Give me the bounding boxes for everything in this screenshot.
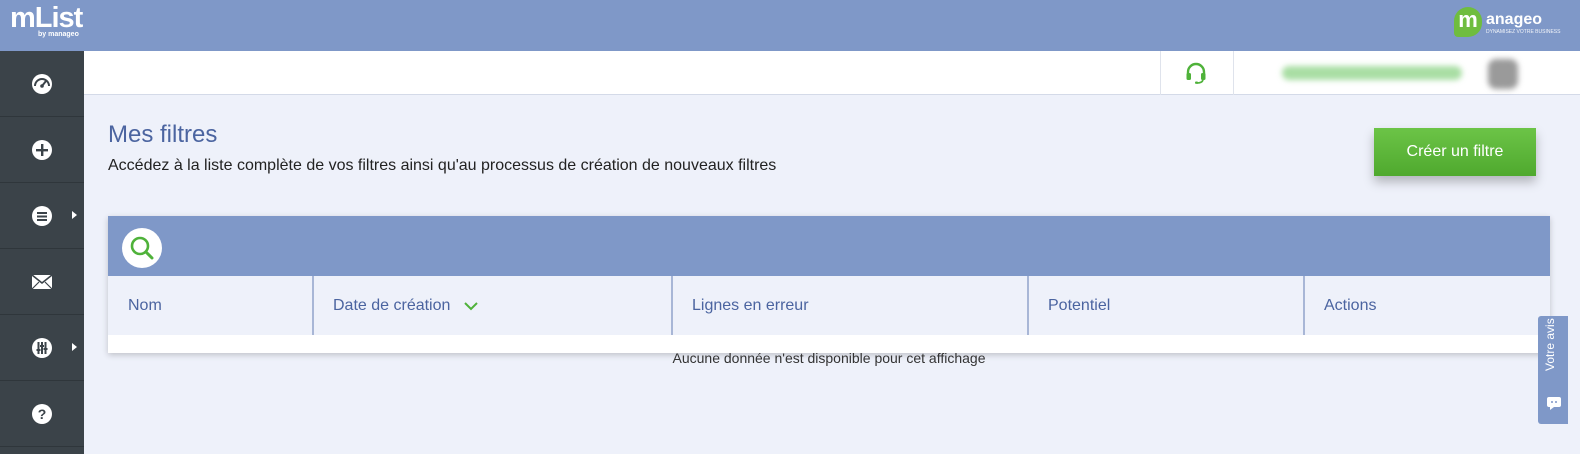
column-header-nom[interactable]: Nom bbox=[128, 276, 162, 335]
submenu-caret-icon bbox=[72, 343, 77, 351]
table-header: Nom Date de création Lignes en erreur Po… bbox=[108, 276, 1550, 335]
search-icon bbox=[130, 236, 154, 260]
mail-icon bbox=[31, 273, 53, 289]
column-header-lignes-erreur[interactable]: Lignes en erreur bbox=[692, 276, 809, 335]
column-label: Potentiel bbox=[1048, 296, 1111, 314]
header-divider bbox=[1233, 51, 1234, 95]
sidebar-item-settings[interactable] bbox=[0, 315, 84, 381]
avatar[interactable] bbox=[1488, 59, 1518, 89]
column-header-date-creation[interactable]: Date de création bbox=[333, 276, 479, 335]
sliders-icon bbox=[32, 337, 52, 358]
column-label: Lignes en erreur bbox=[692, 296, 809, 314]
sidebar-item-add[interactable] bbox=[0, 117, 84, 183]
column-divider bbox=[312, 276, 314, 335]
svg-text:?: ? bbox=[38, 406, 47, 422]
top-bar: mList by manageo m anageo DYNAMISEZ VOTR… bbox=[0, 0, 1580, 51]
chevron-down-icon bbox=[464, 301, 479, 310]
page-title: Mes filtres bbox=[108, 121, 218, 148]
list-icon bbox=[32, 205, 52, 226]
empty-table-message: Aucune donnée n'est disponible pour cet … bbox=[672, 350, 986, 366]
app-logo[interactable]: mList by manageo bbox=[10, 2, 83, 38]
brand-tagline: DYNAMISEZ VOTRE BUSINESS bbox=[1486, 29, 1561, 35]
table-toolbar bbox=[108, 216, 1550, 276]
sidebar-item-mail[interactable] bbox=[0, 249, 84, 315]
sidebar-item-dashboard[interactable] bbox=[0, 51, 84, 117]
sidebar-item-lists[interactable] bbox=[0, 183, 84, 249]
column-divider bbox=[1027, 276, 1029, 335]
plus-icon bbox=[32, 139, 52, 160]
column-divider bbox=[1303, 276, 1305, 335]
sidebar-item-help[interactable]: ? bbox=[0, 381, 84, 447]
logo-text: mList bbox=[10, 2, 83, 34]
user-header bbox=[84, 51, 1580, 95]
column-label: Nom bbox=[128, 296, 162, 314]
page-description: Accédez à la liste complète de vos filtr… bbox=[108, 157, 777, 174]
brand-badge-icon: m bbox=[1454, 7, 1482, 37]
column-divider bbox=[671, 276, 673, 335]
headset-icon bbox=[1186, 62, 1206, 84]
header-divider bbox=[1160, 51, 1161, 95]
filters-table: Nom Date de création Lignes en erreur Po… bbox=[108, 216, 1550, 366]
brand-name: anageo bbox=[1486, 11, 1543, 28]
search-button[interactable] bbox=[122, 228, 162, 268]
support-button[interactable] bbox=[1184, 61, 1208, 90]
column-label: Actions bbox=[1324, 296, 1377, 314]
sidebar: ? bbox=[0, 51, 84, 454]
dashboard-icon bbox=[32, 73, 52, 94]
column-header-actions: Actions bbox=[1324, 276, 1376, 335]
column-header-potentiel[interactable]: Potentiel bbox=[1048, 276, 1110, 335]
feedback-tab[interactable]: Votre avis bbox=[1538, 316, 1568, 424]
submenu-caret-icon bbox=[72, 211, 77, 219]
create-filter-button[interactable]: Créer un filtre bbox=[1374, 128, 1536, 176]
user-email[interactable] bbox=[1282, 66, 1462, 80]
feedback-label: Votre avis bbox=[1543, 318, 1557, 371]
comment-icon bbox=[1547, 397, 1561, 410]
column-label: Date de création bbox=[333, 296, 451, 314]
help-icon: ? bbox=[32, 403, 52, 424]
logo-subtext: by manageo bbox=[38, 31, 79, 38]
